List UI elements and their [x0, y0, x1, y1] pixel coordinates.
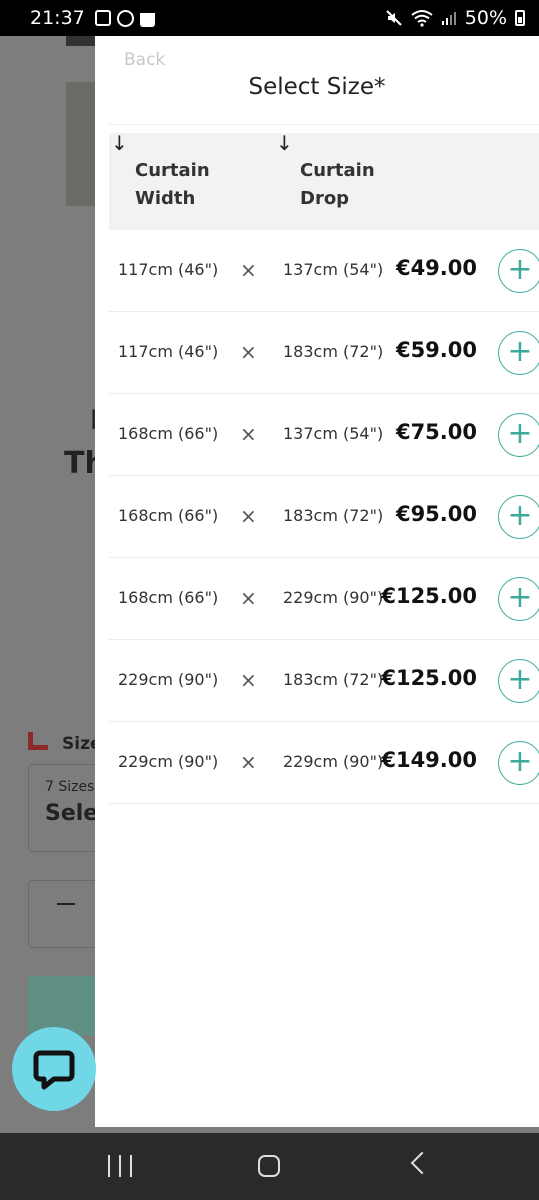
notification-icons — [94, 9, 155, 27]
add-size-button[interactable]: + — [498, 249, 539, 293]
add-size-button[interactable]: + — [498, 413, 539, 457]
back-icon[interactable] — [410, 1151, 434, 1175]
times-icon: × — [240, 340, 257, 364]
size-row[interactable]: 168cm (66") × 229cm (90") €125.00 + — [109, 558, 539, 640]
size-row[interactable]: 168cm (66") × 183cm (72") €95.00 + — [109, 476, 539, 558]
row-drop: 183cm (72") — [283, 342, 384, 361]
width-header-label: Curtain Width — [135, 160, 210, 209]
row-drop: 229cm (90") — [283, 752, 384, 771]
size-row[interactable]: 117cm (46") × 183cm (72") €59.00 + — [109, 312, 539, 394]
times-icon: × — [240, 504, 257, 528]
row-drop: 183cm (72") — [283, 670, 384, 689]
size-row[interactable]: 117cm (46") × 137cm (54") €49.00 + — [109, 230, 539, 312]
row-width: 168cm (66") — [118, 506, 219, 525]
signal-icon — [441, 12, 456, 25]
clock: 21:37 — [30, 7, 85, 29]
size-drawer: Back Select Size* ↓ Curtain Width ↓ Curt… — [95, 36, 539, 1127]
add-size-button[interactable]: + — [498, 659, 539, 703]
arrow-down-icon: ↓ — [111, 131, 128, 155]
chat-button[interactable] — [12, 1027, 96, 1111]
mute-icon — [386, 10, 402, 26]
row-drop: 137cm (54") — [283, 260, 384, 279]
row-width: 229cm (90") — [118, 670, 219, 689]
row-price: €49.00 — [395, 256, 477, 280]
ruler-icon — [28, 732, 48, 750]
navigation-bar — [0, 1133, 539, 1200]
add-size-button[interactable]: + — [498, 495, 539, 539]
times-icon: × — [240, 750, 257, 774]
times-icon: × — [240, 668, 257, 692]
wifi-icon — [411, 10, 433, 27]
divider — [109, 124, 539, 125]
battery-percent: 50% — [464, 7, 507, 29]
minus-icon — [57, 903, 75, 905]
add-size-button[interactable]: + — [498, 741, 539, 785]
row-price: €125.00 — [381, 584, 477, 608]
product-image — [66, 82, 96, 206]
drawer-title: Select Size* — [248, 74, 386, 100]
recent-apps-icon[interactable] — [108, 1155, 132, 1177]
row-width: 229cm (90") — [118, 752, 219, 771]
size-row[interactable]: 229cm (90") × 229cm (90") €149.00 + — [109, 722, 539, 804]
shopping-bag-icon — [139, 13, 155, 27]
row-price: €125.00 — [381, 666, 477, 690]
row-width: 117cm (46") — [118, 260, 219, 279]
status-bar: 21:37 50% — [0, 0, 539, 36]
record-icon — [116, 9, 134, 27]
times-icon: × — [240, 258, 257, 282]
add-size-button[interactable]: + — [498, 331, 539, 375]
size-table-header: ↓ Curtain Width ↓ Curtain Drop — [109, 133, 539, 230]
row-price: €95.00 — [395, 502, 477, 526]
system-icons: 50% — [385, 7, 525, 29]
add-size-button[interactable]: + — [498, 577, 539, 621]
row-price: €59.00 — [395, 338, 477, 362]
row-width: 168cm (66") — [118, 424, 219, 443]
back-button[interactable]: Back — [124, 50, 165, 70]
times-icon: × — [240, 422, 257, 446]
row-drop: 137cm (54") — [283, 424, 384, 443]
gallery-icon — [94, 10, 111, 26]
row-price: €149.00 — [381, 748, 477, 772]
row-width: 168cm (66") — [118, 588, 219, 607]
background-header-strip — [66, 36, 96, 46]
arrow-down-icon: ↓ — [276, 131, 293, 155]
chat-icon — [33, 1050, 75, 1090]
size-row[interactable]: 229cm (90") × 183cm (72") €125.00 + — [109, 640, 539, 722]
row-width: 117cm (46") — [118, 342, 219, 361]
row-price: €75.00 — [395, 420, 477, 444]
size-row[interactable]: 168cm (66") × 137cm (54") €75.00 + — [109, 394, 539, 476]
row-drop: 229cm (90") — [283, 588, 384, 607]
home-icon[interactable] — [258, 1155, 280, 1177]
drop-header-label: Curtain Drop — [300, 160, 375, 209]
row-drop: 183cm (72") — [283, 506, 384, 525]
times-icon: × — [240, 586, 257, 610]
battery-icon — [515, 10, 525, 26]
